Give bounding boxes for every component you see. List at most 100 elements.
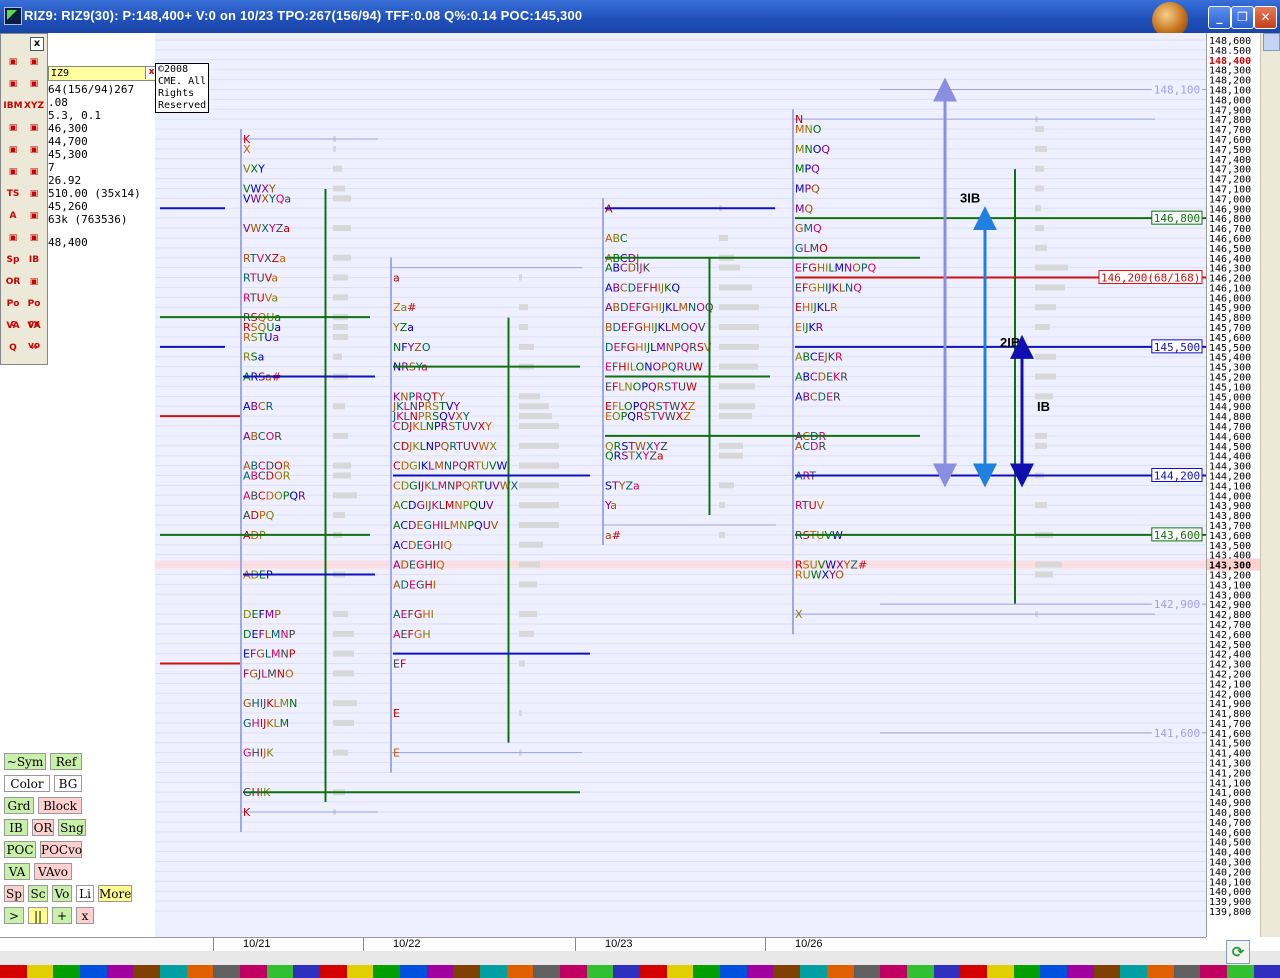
calculator-icon[interactable]: ▣ bbox=[24, 118, 44, 138]
tpo-row: RSa bbox=[243, 351, 264, 364]
toggle-button[interactable]: ~Sym bbox=[4, 753, 46, 770]
color-swatch bbox=[773, 965, 801, 978]
toggle-button[interactable]: More bbox=[98, 885, 132, 902]
price-marker-label: 148,400 bbox=[1209, 56, 1251, 67]
reference-label: 141,600 bbox=[1154, 727, 1200, 740]
chart-area[interactable]: K X VXY VWXY VWXYQa VWXYZa RTVXZa RTUVa RTUVa RSQ… bbox=[0, 33, 1206, 937]
color-wheel-icon[interactable]: ▣ bbox=[3, 140, 23, 160]
text-a-icon[interactable]: A bbox=[3, 206, 23, 226]
hand-icon[interactable]: ▣ bbox=[3, 74, 23, 94]
toggle-button[interactable]: x bbox=[76, 907, 94, 924]
line-icon[interactable]: ▣ bbox=[24, 184, 44, 204]
symbol-field[interactable]: IZ9 x bbox=[48, 66, 158, 81]
price-tick-label: 147,700 bbox=[1209, 125, 1251, 136]
grid-icon[interactable]: ▣ bbox=[3, 162, 23, 182]
toggle-button[interactable]: + bbox=[52, 907, 72, 924]
vavo-icon[interactable]: VA vo bbox=[24, 316, 44, 351]
color-swatch bbox=[320, 965, 347, 978]
toggle-button[interactable]: || bbox=[28, 907, 48, 924]
tpo-row: GHIJK bbox=[243, 747, 274, 760]
tpo-row: K bbox=[243, 806, 251, 819]
color-swatch bbox=[1200, 965, 1227, 978]
refresh-icon[interactable]: ▣ bbox=[24, 74, 44, 94]
volume-bar bbox=[333, 225, 351, 232]
diamond-icon[interactable]: ▣ bbox=[24, 272, 44, 292]
price-tick-label: 142,800 bbox=[1209, 610, 1251, 621]
price-tick-label: 147,800 bbox=[1209, 115, 1251, 126]
close-button[interactable]: ✕ bbox=[1254, 6, 1277, 29]
chart-edit-icon[interactable]: ▣ bbox=[24, 52, 44, 72]
poc-icon[interactable]: Po c bbox=[3, 294, 23, 329]
pencil-edit-icon[interactable]: ▣ bbox=[3, 52, 23, 72]
toggle-button[interactable]: Ref bbox=[50, 753, 82, 770]
reference-label: 145,500 bbox=[1154, 341, 1200, 354]
tpo-row: AEFGH bbox=[393, 628, 431, 641]
toggle-button[interactable]: Grd bbox=[4, 797, 34, 814]
price-tick-label: 148,100 bbox=[1209, 85, 1251, 96]
move-arrows-icon[interactable]: ↔ bbox=[24, 338, 44, 358]
price-tick-label: 146,900 bbox=[1209, 204, 1251, 215]
scroll-thumb[interactable] bbox=[1263, 33, 1280, 51]
toggle-button[interactable]: > bbox=[4, 907, 24, 924]
volume-bar bbox=[519, 710, 522, 717]
minimize-button[interactable]: _ bbox=[1208, 6, 1231, 29]
sp-icon[interactable]: Sp bbox=[3, 250, 23, 270]
tool-palette-close-icon[interactable]: x bbox=[30, 37, 44, 51]
play-icon[interactable]: ▣ bbox=[24, 162, 44, 182]
zoom-icon[interactable]: Q bbox=[3, 338, 23, 358]
price-tick-label: 144,500 bbox=[1209, 442, 1251, 453]
pocv-icon[interactable]: Po cv bbox=[24, 294, 44, 329]
refresh-icon[interactable]: ⟳ bbox=[1226, 940, 1250, 964]
volume-bar bbox=[333, 432, 348, 439]
tpo-row: DEFMP bbox=[243, 608, 281, 621]
color-swatch bbox=[373, 965, 401, 978]
toggle-button[interactable]: VA bbox=[4, 863, 30, 880]
toggle-button[interactable]: VAvo bbox=[34, 863, 72, 880]
or-icon[interactable]: OR bbox=[3, 272, 23, 292]
toggle-button[interactable]: Block bbox=[38, 797, 82, 814]
price-tick-label: 147,900 bbox=[1209, 105, 1251, 116]
color-swatch bbox=[906, 965, 934, 978]
toggle-button[interactable]: Vo bbox=[52, 885, 72, 902]
camera-icon[interactable]: ▣ bbox=[3, 118, 23, 138]
horizontal-scrollbar[interactable] bbox=[0, 951, 1280, 965]
xyz-triangle-icon[interactable]: XYZ bbox=[24, 96, 44, 116]
vertical-scrollbar[interactable] bbox=[1260, 33, 1280, 937]
toggle-button[interactable]: POCvo bbox=[40, 841, 82, 858]
volume-bar bbox=[333, 719, 354, 726]
scale-icon[interactable]: ▣ bbox=[24, 228, 44, 248]
tpo-row: ADEGHIQ bbox=[393, 559, 445, 572]
toggle-button[interactable]: Sng bbox=[58, 819, 86, 836]
ibm-check-icon[interactable]: IBM bbox=[3, 96, 23, 116]
volume-bar bbox=[333, 650, 354, 657]
price-tick-label: 141,900 bbox=[1209, 699, 1251, 710]
price-tick-label: 142,700 bbox=[1209, 620, 1251, 631]
toggle-button[interactable]: POC bbox=[4, 841, 36, 858]
toggle-button[interactable]: Sc bbox=[28, 885, 48, 902]
toggle-button[interactable]: Color bbox=[4, 775, 50, 792]
symbol-name: IZ9 bbox=[51, 68, 70, 79]
date-tick bbox=[765, 938, 766, 952]
ruler-icon[interactable]: ▣ bbox=[3, 228, 23, 248]
text-lines-icon[interactable]: ▣ bbox=[24, 206, 44, 226]
tpo-row: EFGHILMNOPQ bbox=[795, 262, 877, 275]
restore-button[interactable]: ❐ bbox=[1231, 6, 1254, 29]
toggle-button[interactable]: Sp bbox=[4, 885, 24, 902]
toggle-button[interactable]: BG bbox=[54, 775, 82, 792]
tpo-row: CDGIKLMNPQRTUVW bbox=[393, 460, 508, 473]
price-tick-label: 146,200 bbox=[1209, 274, 1251, 285]
toggle-button[interactable]: Li bbox=[76, 885, 94, 902]
ib-icon[interactable]: IB bbox=[24, 250, 44, 270]
tpo-row: DEFLMNP bbox=[243, 628, 296, 641]
color-swatch bbox=[1226, 965, 1254, 978]
color-wheel-2-icon[interactable]: ▣ bbox=[24, 140, 44, 160]
tpo-row: EFLNOPQRSTUW bbox=[605, 380, 697, 393]
volume-bar bbox=[719, 284, 752, 291]
va-icon[interactable]: VA bbox=[3, 316, 23, 336]
price-tick-label: 144,400 bbox=[1209, 452, 1251, 463]
toggle-button[interactable]: OR bbox=[32, 819, 54, 836]
toggle-button[interactable]: IB bbox=[4, 819, 28, 836]
ts-icon[interactable]: TS bbox=[3, 184, 23, 204]
color-swatch bbox=[480, 965, 507, 978]
price-tick-label: 140,400 bbox=[1209, 848, 1251, 859]
